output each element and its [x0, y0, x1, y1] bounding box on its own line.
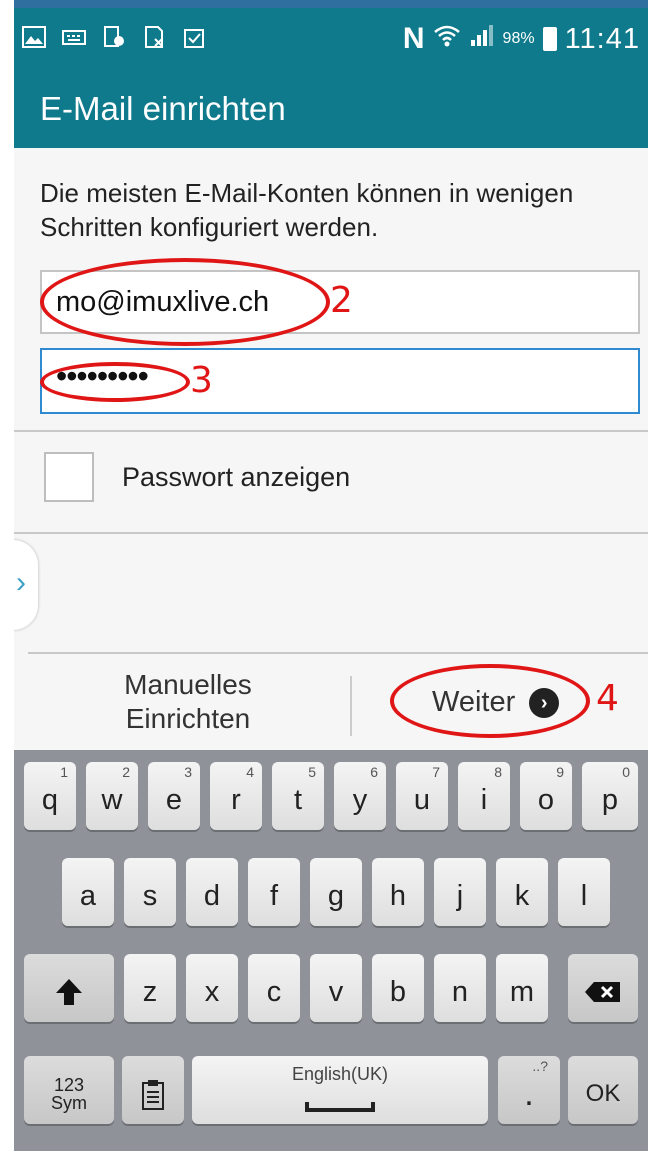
key-r[interactable]: 4r: [210, 762, 262, 830]
key-q[interactable]: 1q: [24, 762, 76, 830]
system-indicators: N 98% 11:41: [403, 22, 640, 56]
clock: 11:41: [564, 22, 640, 55]
nfc-icon: N: [402, 22, 425, 55]
annotation-number-3: 3: [190, 360, 213, 401]
key-w[interactable]: 2w: [86, 762, 138, 830]
soft-keyboard: 1q 2w 3e 4r 5t 6y 7u 8i 9o 0p a s d f g …: [14, 750, 648, 1151]
key-x[interactable]: x: [186, 954, 238, 1022]
action-bar: E-Mail einrichten: [14, 78, 648, 148]
key-a[interactable]: a: [62, 858, 114, 926]
key-k[interactable]: k: [496, 858, 548, 926]
key-i[interactable]: 8i: [458, 762, 510, 830]
backspace-icon: [585, 982, 620, 1002]
key-c[interactable]: c: [248, 954, 300, 1022]
space-bar-icon: [305, 1102, 375, 1112]
key-f[interactable]: f: [248, 858, 300, 926]
clipboard-icon: [142, 1080, 164, 1110]
battery-icon: [542, 27, 557, 51]
screenshot-icon: [102, 26, 126, 48]
key-g[interactable]: g: [310, 858, 362, 926]
keyboard-icon: [62, 26, 86, 48]
signal-icon: [469, 24, 495, 54]
status-bar: N 98% 11:41: [14, 0, 648, 78]
key-t[interactable]: 5t: [272, 762, 324, 830]
shift-key[interactable]: [24, 954, 114, 1022]
clipboard-key[interactable]: [122, 1056, 184, 1124]
annotation-circle-email: [40, 258, 330, 346]
key-e[interactable]: 3e: [148, 762, 200, 830]
space-bar-key[interactable]: English(UK): [192, 1056, 488, 1124]
gallery-icon: [22, 26, 46, 48]
backspace-key[interactable]: [568, 954, 638, 1022]
period-key[interactable]: ..? .: [498, 1056, 560, 1124]
notification-icons: [22, 26, 206, 48]
key-d[interactable]: d: [186, 858, 238, 926]
key-p[interactable]: 0p: [582, 762, 638, 830]
clipboard-check-icon: [182, 26, 206, 48]
intro-text: Die meisten E-Mail-Konten können in weni…: [40, 178, 574, 242]
key-m[interactable]: m: [496, 954, 548, 1022]
key-l[interactable]: l: [558, 858, 610, 926]
show-password-label: Passwort anzeigen: [122, 461, 351, 492]
key-y[interactable]: 6y: [334, 762, 386, 830]
key-h[interactable]: h: [372, 858, 424, 926]
shift-arrow-icon: [56, 979, 82, 1005]
key-o[interactable]: 9o: [520, 762, 572, 830]
sd-card-icon: [142, 26, 166, 48]
annotation-circle-password: [40, 362, 190, 402]
key-v[interactable]: v: [310, 954, 362, 1022]
wifi-icon: [433, 24, 461, 54]
key-z[interactable]: z: [124, 954, 176, 1022]
key-n[interactable]: n: [434, 954, 486, 1022]
annotation-number-2: 2: [330, 280, 353, 321]
key-j[interactable]: j: [434, 858, 486, 926]
page-title: E-Mail einrichten: [40, 90, 286, 127]
side-panel-handle[interactable]: ›: [14, 540, 38, 630]
annotation-number-4: 4: [596, 678, 619, 719]
key-u[interactable]: 7u: [396, 762, 448, 830]
manual-setup-button[interactable]: Manuelles Einrichten: [68, 668, 308, 736]
key-s[interactable]: s: [124, 858, 176, 926]
screen: N 98% 11:41 E-Mail einrichten Die meiste…: [14, 0, 648, 1151]
show-password-row[interactable]: Passwort anzeigen: [44, 452, 350, 502]
show-password-checkbox[interactable]: [44, 452, 94, 502]
battery-percent: 98%: [502, 30, 535, 47]
annotation-circle-next: [390, 664, 590, 738]
divider: [14, 532, 648, 534]
symbols-key[interactable]: 123 Sym: [24, 1056, 114, 1124]
key-b[interactable]: b: [372, 954, 424, 1022]
divider: [14, 430, 648, 432]
ok-key[interactable]: OK: [568, 1056, 638, 1124]
chevron-right-icon: ›: [16, 566, 26, 599]
button-separator: [350, 676, 352, 736]
